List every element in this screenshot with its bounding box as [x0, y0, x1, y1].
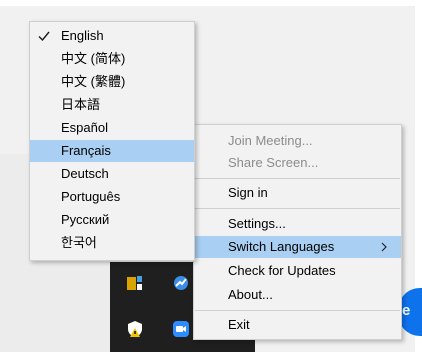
language-item-english[interactable]: English	[30, 25, 194, 47]
settings-label: Settings...	[228, 216, 286, 231]
check-updates-label: Check for Updates	[228, 263, 336, 278]
about-label: About...	[228, 287, 273, 302]
language-label: 한국어	[61, 235, 97, 250]
language-label: 日本語	[61, 97, 101, 112]
language-item-korean[interactable]: 한국어	[30, 232, 194, 254]
language-label: 中文 (繁體)	[61, 74, 126, 89]
zoom-tray-icon[interactable]	[172, 320, 190, 338]
menu-separator	[195, 310, 400, 311]
language-label: Русский	[61, 212, 110, 227]
language-label: Français	[61, 143, 111, 158]
language-item-chinese-traditional[interactable]: 中文 (繁體)	[30, 71, 194, 93]
language-item-russian[interactable]: Русский	[30, 209, 194, 231]
switch-languages-label: Switch Languages	[228, 239, 335, 254]
language-label: Español	[61, 120, 108, 135]
language-label: English	[61, 28, 104, 43]
sign-in-item[interactable]: Sign in	[194, 182, 401, 204]
join-meeting-item: Join Meeting...	[194, 130, 401, 152]
network-monitor-icon[interactable]	[172, 274, 190, 292]
language-item-chinese-simplified[interactable]: 中文 (简体)	[30, 48, 194, 70]
zoom-blue-button-label: e	[402, 302, 411, 319]
menu-separator	[195, 178, 400, 179]
app-window-top-strip	[0, 0, 422, 6]
join-meeting-label: Join Meeting...	[228, 133, 313, 148]
chevron-right-icon	[381, 242, 387, 252]
switch-languages-item[interactable]: Switch Languages	[194, 236, 401, 258]
language-item-german[interactable]: Deutsch	[30, 163, 194, 185]
menu-separator	[195, 208, 400, 209]
language-item-french[interactable]: Français	[30, 140, 194, 162]
checkmark-icon	[38, 31, 50, 42]
language-label: 中文 (简体)	[61, 51, 126, 66]
zoom-context-menu: Join Meeting... Share Screen... Sign in …	[193, 124, 402, 340]
settings-item[interactable]: Settings...	[194, 213, 401, 235]
sign-in-label: Sign in	[228, 185, 268, 200]
language-label: Português	[61, 189, 121, 204]
language-item-portuguese[interactable]: Português	[30, 186, 194, 208]
language-label: Deutsch	[61, 166, 109, 181]
security-shield-icon[interactable]	[126, 320, 144, 338]
language-submenu: English 中文 (简体) 中文 (繁體) 日本語 Español Fran…	[29, 21, 195, 261]
share-screen-item: Share Screen...	[194, 152, 401, 174]
language-item-japanese[interactable]: 日本語	[30, 94, 194, 116]
exit-label: Exit	[228, 317, 250, 332]
check-updates-item[interactable]: Check for Updates	[194, 260, 401, 282]
language-item-spanish[interactable]: Español	[30, 117, 194, 139]
about-item[interactable]: About...	[194, 284, 401, 306]
exit-item[interactable]: Exit	[194, 314, 401, 336]
language-bar-icon[interactable]	[126, 274, 144, 292]
share-screen-label: Share Screen...	[228, 155, 319, 170]
